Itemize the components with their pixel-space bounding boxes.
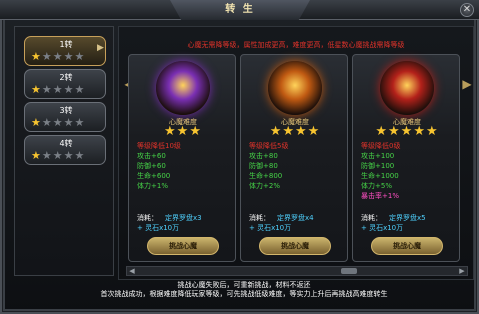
stat-line: 防御+60 xyxy=(137,162,166,170)
star-icon: ★ xyxy=(63,116,75,129)
star-icon: ★ xyxy=(41,116,53,129)
challenge-demon-button[interactable]: 挑战心魔 xyxy=(371,237,443,255)
footer-line-2: 首次挑战成功，根据难度降低玩家等级，可先挑战低级难度，等实力上升后再挑战高难度转… xyxy=(100,290,388,298)
stat-line: 攻击+100 xyxy=(361,152,395,160)
cost-item: 定界罗盘x5 xyxy=(389,214,426,222)
star-icon: ★ xyxy=(31,83,42,96)
star-icon: ★ xyxy=(41,149,53,162)
stat-line: 体力+1% xyxy=(137,182,168,190)
stat-line: 生命+600 xyxy=(137,172,171,180)
window-title: 转 生 xyxy=(225,4,255,15)
cost-extra: + 灵石x10万 xyxy=(361,224,404,232)
close-icon[interactable]: ✕ xyxy=(460,3,474,17)
cost-item: 定界罗盘x4 xyxy=(277,214,314,222)
tier-button-4[interactable]: 4转 ★★★★★ xyxy=(24,135,106,165)
cost-extra: + 灵石x10万 xyxy=(137,224,180,232)
star-icon: ★ xyxy=(41,83,53,96)
challenge-demon-button[interactable]: 挑战心魔 xyxy=(147,237,219,255)
tier-stars: ★★★★★ xyxy=(31,150,103,162)
tier-label: 2转 xyxy=(59,73,73,82)
next-arrow-icon[interactable]: ▶ xyxy=(460,76,474,92)
star-icon: ★ xyxy=(52,50,64,63)
cost-label: 消耗： xyxy=(137,214,158,222)
star-icon: ★ xyxy=(31,149,42,162)
star-icon: ★ xyxy=(63,50,75,63)
star-icon: ★ xyxy=(41,50,53,63)
cost-item: 定界罗盘x3 xyxy=(165,214,202,222)
star-icon: ★ xyxy=(63,83,75,96)
star-icon: ★ xyxy=(52,149,64,162)
difficulty-card-3: 心魔难度 ★★★★★ 等级降低0级 攻击+100 防御+100 生命+1000 体力+5% 暴… xyxy=(352,54,460,262)
difficulty-card-1: 心魔难度 ★★★ 等级降低10级 攻击+60 防御+60 生命+600 体力+1% 消耗： 定界… xyxy=(128,54,236,262)
stat-line: 攻击+80 xyxy=(249,152,278,160)
stat-line: 体力+5% xyxy=(361,182,392,190)
stat-line: 生命+1000 xyxy=(361,172,399,180)
star-icon: ★ xyxy=(74,149,86,162)
demon-portrait-icon xyxy=(156,61,210,115)
demon-portrait-icon xyxy=(380,61,434,115)
footer-notes: 挑战心魔失败后，可重新挑战，材料不返还 首次挑战成功，根据难度降低玩家等级，可先… xyxy=(14,281,474,309)
star-icon: ★ xyxy=(31,116,42,129)
tier-label: 3转 xyxy=(59,106,73,115)
difficulty-stars: ★★★ xyxy=(164,124,202,139)
stat-line: 生命+800 xyxy=(249,172,283,180)
difficulty-stars: ★★★★★ xyxy=(375,124,439,139)
tier-button-1[interactable]: 1转 ★★★★★ ▶ xyxy=(24,36,106,66)
star-icon: ★ xyxy=(52,83,64,96)
stat-line: 暴击率+1% xyxy=(361,192,399,200)
difficulty-card-2: 心魔难度 ★★★★ 等级降低5级 攻击+80 防御+80 生命+800 体力+2% 消耗： 定界… xyxy=(240,54,348,262)
tier-button-2[interactable]: 2转 ★★★★★ xyxy=(24,69,106,99)
tier-stars: ★★★★★ xyxy=(31,117,103,129)
cost-label: 消耗： xyxy=(361,214,382,222)
tier-stars: ★★★★★ xyxy=(31,51,103,63)
stat-line: 等级降低5级 xyxy=(249,142,289,150)
stat-line: 攻击+60 xyxy=(137,152,166,160)
stat-line: 等级降低10级 xyxy=(137,142,181,150)
cost-extra: + 灵石x10万 xyxy=(249,224,292,232)
tier-label: 1转 xyxy=(59,40,73,49)
scroll-thumb[interactable] xyxy=(341,268,357,274)
stat-line: 防御+100 xyxy=(361,162,395,170)
tier-label: 4转 xyxy=(59,139,73,148)
scrollbar[interactable]: ◀ ▶ xyxy=(126,266,468,276)
star-icon: ★ xyxy=(31,50,42,63)
star-icon: ★ xyxy=(74,116,86,129)
header-note: 心魔无需降等级，属性加成更高，难度更高，低星数心魔挑战需降等级 xyxy=(187,41,405,49)
cost-label: 消耗： xyxy=(249,214,270,222)
star-icon: ★ xyxy=(74,50,86,63)
tier-stars: ★★★★★ xyxy=(31,84,103,96)
footer-line-1: 挑战心魔失败后，可重新挑战，材料不返还 xyxy=(177,281,311,289)
stat-line: 防御+80 xyxy=(249,162,278,170)
demon-portrait-icon xyxy=(268,61,322,115)
stat-line: 体力+2% xyxy=(249,182,280,190)
challenge-demon-button[interactable]: 挑战心魔 xyxy=(259,237,331,255)
tier-button-3[interactable]: 3转 ★★★★★ xyxy=(24,102,106,132)
tier-selected-arrow-icon: ▶ xyxy=(97,43,104,53)
scroll-right-icon[interactable]: ▶ xyxy=(457,267,467,275)
stat-line: 等级降低0级 xyxy=(361,142,401,150)
star-icon: ★ xyxy=(52,116,64,129)
star-icon: ★ xyxy=(63,149,75,162)
star-icon: ★ xyxy=(74,83,86,96)
difficulty-stars: ★★★★ xyxy=(269,124,321,139)
scroll-left-icon[interactable]: ◀ xyxy=(127,267,137,275)
